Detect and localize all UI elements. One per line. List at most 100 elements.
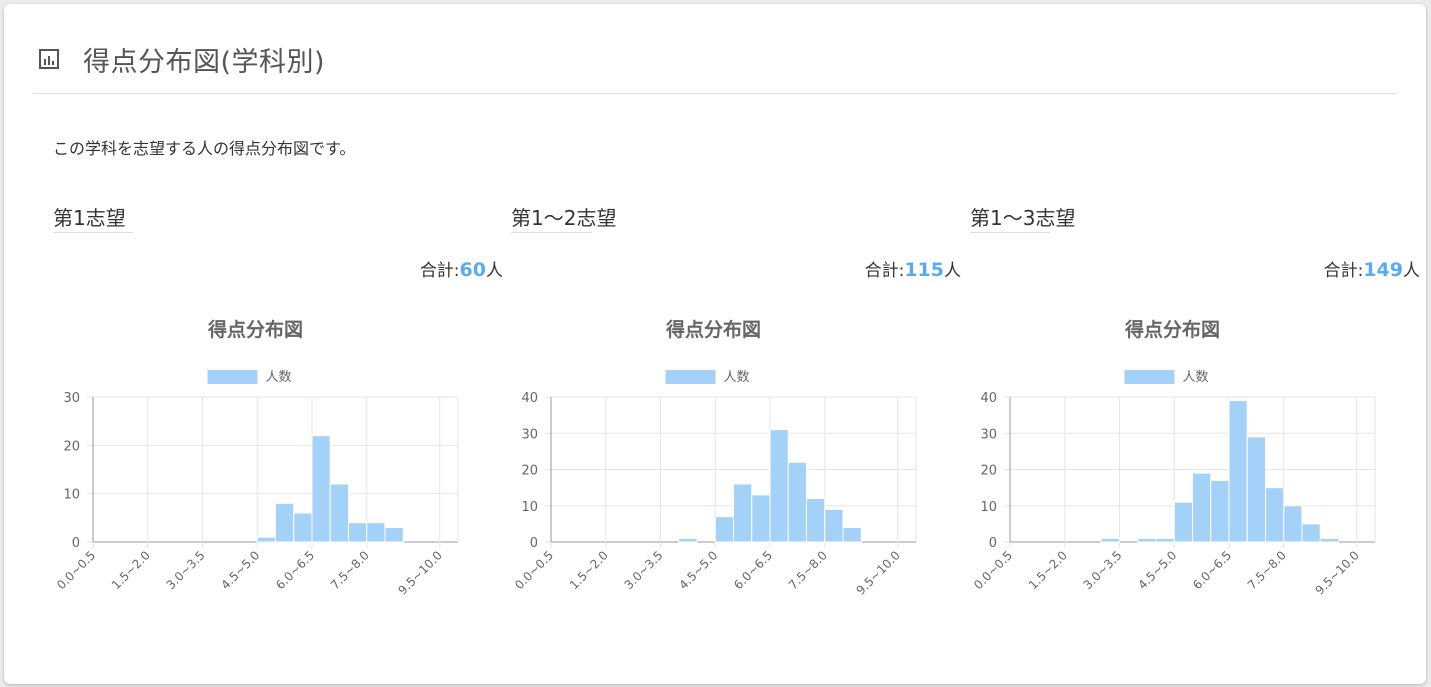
- histogram-bar: [806, 498, 826, 543]
- total-count: 合計:149人: [1324, 256, 1420, 281]
- histogram-bar: [293, 512, 313, 543]
- chart-title: 得点分布図: [207, 318, 303, 341]
- histogram-bar: [714, 516, 734, 543]
- x-tick-label: 7.5~8.0: [328, 548, 372, 592]
- histogram-bar: [1210, 479, 1230, 543]
- histogram-bar: [1283, 505, 1303, 543]
- legend-label: 人数: [1183, 370, 1209, 385]
- x-tick-label: 0.0~0.5: [512, 548, 556, 592]
- x-tick-label: 4.5~5.0: [218, 548, 262, 592]
- y-tick-label: 40: [980, 391, 997, 406]
- score-distribution-card: 得点分布図(学科別) この学科を志望する人の得点分布図です。 第1志望 合計:6…: [4, 4, 1426, 684]
- panel-first-choice: 第1志望 合計:60人 得点分布図人数 0 10 20 30 0.0~0.5 1.5~2.0…: [53, 194, 503, 614]
- y-tick-label: 40: [521, 391, 538, 406]
- x-tick-label: 1.5~2.0: [567, 548, 611, 592]
- x-tick-label: 0.0~0.5: [971, 548, 1015, 592]
- x-tick-label: 9.5~10.0: [1312, 548, 1361, 597]
- total-value: 149: [1363, 259, 1403, 281]
- legend-label: 人数: [266, 370, 292, 385]
- panel-title-underline: [511, 232, 591, 233]
- total-unit: 人: [486, 261, 503, 281]
- histogram-bar: [1246, 436, 1266, 543]
- total-label: 合計:: [864, 261, 905, 281]
- panel-title: 第1～3志望: [970, 206, 1076, 230]
- y-tick-label: 0: [989, 536, 997, 551]
- legend-label: 人数: [724, 370, 750, 385]
- histogram-bar: [256, 536, 276, 543]
- description-text: この学科を志望する人の得点分布図です。: [53, 139, 356, 158]
- y-tick-label: 10: [521, 500, 538, 515]
- x-tick-label: 1.5~2.0: [1026, 548, 1070, 592]
- histogram-bar: [311, 435, 331, 543]
- histogram-bar: [787, 461, 807, 543]
- legend-swatch: [665, 370, 716, 384]
- x-tick-label: 4.5~5.0: [676, 548, 720, 592]
- y-tick-label: 0: [72, 536, 80, 551]
- total-value: 115: [904, 259, 944, 281]
- x-tick-label: 7.5~8.0: [1245, 548, 1289, 592]
- total-count: 合計:115人: [865, 256, 961, 281]
- histogram-bar: [275, 502, 295, 543]
- chart-title: 得点分布図: [1124, 318, 1220, 341]
- x-tick-label: 3.0~3.5: [164, 548, 208, 592]
- histogram-bar: [1301, 523, 1321, 543]
- panel-title: 第1志望: [53, 206, 126, 230]
- histogram-bar: [769, 429, 789, 543]
- histogram-bar: [1319, 537, 1339, 543]
- y-tick-label: 30: [980, 427, 997, 442]
- x-tick-label: 9.5~10.0: [395, 548, 444, 597]
- x-tick-label: 7.5~8.0: [786, 548, 830, 592]
- y-tick-label: 20: [63, 439, 80, 454]
- chart-title: 得点分布図: [665, 318, 761, 341]
- histogram-chart: 得点分布図人数 0 10 20 30 40 0.0~0.5 1.5~2.0 3.0~3.5 4.5…: [512, 318, 917, 598]
- bar-chart-icon: [39, 49, 59, 69]
- y-tick-label: 20: [521, 464, 538, 479]
- total-label: 合計:: [1323, 261, 1364, 281]
- histogram-bar: [824, 508, 844, 543]
- histogram-bar: [384, 527, 404, 543]
- histogram-bar: [678, 537, 698, 543]
- panel-title-underline: [53, 232, 133, 233]
- histogram-chart: 得点分布図人数 0 10 20 30 0.0~0.5 1.5~2.0 3.0~3.5 4.5~5…: [54, 318, 459, 598]
- histogram-bar: [842, 527, 862, 543]
- x-tick-label: 1.5~2.0: [109, 548, 153, 592]
- total-value: 60: [459, 259, 486, 281]
- histogram-bar: [348, 522, 368, 543]
- histogram-chart: 得点分布図人数 0 10 20 30 40 0.0~0.5 1.5~2.0 3.0~3.5 4.5…: [971, 318, 1376, 598]
- card-header: 得点分布図(学科別): [33, 24, 1397, 94]
- histogram-bar: [1228, 400, 1248, 543]
- x-tick-label: 9.5~10.0: [853, 548, 902, 597]
- total-unit: 人: [944, 261, 961, 281]
- histogram-bar: [733, 483, 753, 543]
- y-tick-label: 10: [980, 500, 997, 515]
- legend-swatch: [207, 370, 258, 384]
- y-tick-label: 10: [63, 488, 80, 503]
- total-count: 合計:60人: [420, 256, 503, 281]
- histogram-bar: [1192, 472, 1212, 543]
- panel-first-second-choice: 第1～2志望 合計:115人 得点分布図人数 0 10 20 30 40 0.0~0.5 1.…: [511, 194, 961, 614]
- panel-first-third-choice: 第1～3志望 合計:149人 得点分布図人数 0 10 20 30 40 0.0~0.5 1.…: [970, 194, 1420, 614]
- x-tick-label: 3.0~3.5: [1081, 548, 1125, 592]
- histogram-bar: [1100, 537, 1120, 543]
- x-tick-label: 6.0~6.5: [273, 548, 317, 592]
- page-title: 得点分布図(学科別): [83, 47, 326, 78]
- total-label: 合計:: [419, 261, 460, 281]
- x-tick-label: 6.0~6.5: [731, 548, 775, 592]
- histogram-bar: [329, 483, 349, 543]
- panel-title: 第1～2志望: [511, 206, 617, 230]
- y-tick-label: 30: [63, 391, 80, 406]
- y-tick-label: 30: [521, 427, 538, 442]
- histogram-bar: [1155, 537, 1175, 543]
- x-tick-label: 4.5~5.0: [1135, 548, 1179, 592]
- legend-swatch: [1124, 370, 1175, 384]
- panel-title-underline: [970, 232, 1050, 233]
- histogram-bar: [1137, 537, 1157, 543]
- histogram-bar: [1265, 487, 1285, 543]
- histogram-bar: [1173, 501, 1193, 543]
- y-tick-label: 20: [980, 464, 997, 479]
- histogram-bar: [366, 522, 386, 543]
- y-tick-label: 0: [530, 536, 538, 551]
- total-unit: 人: [1403, 261, 1420, 281]
- x-tick-label: 0.0~0.5: [54, 548, 98, 592]
- x-tick-label: 3.0~3.5: [622, 548, 666, 592]
